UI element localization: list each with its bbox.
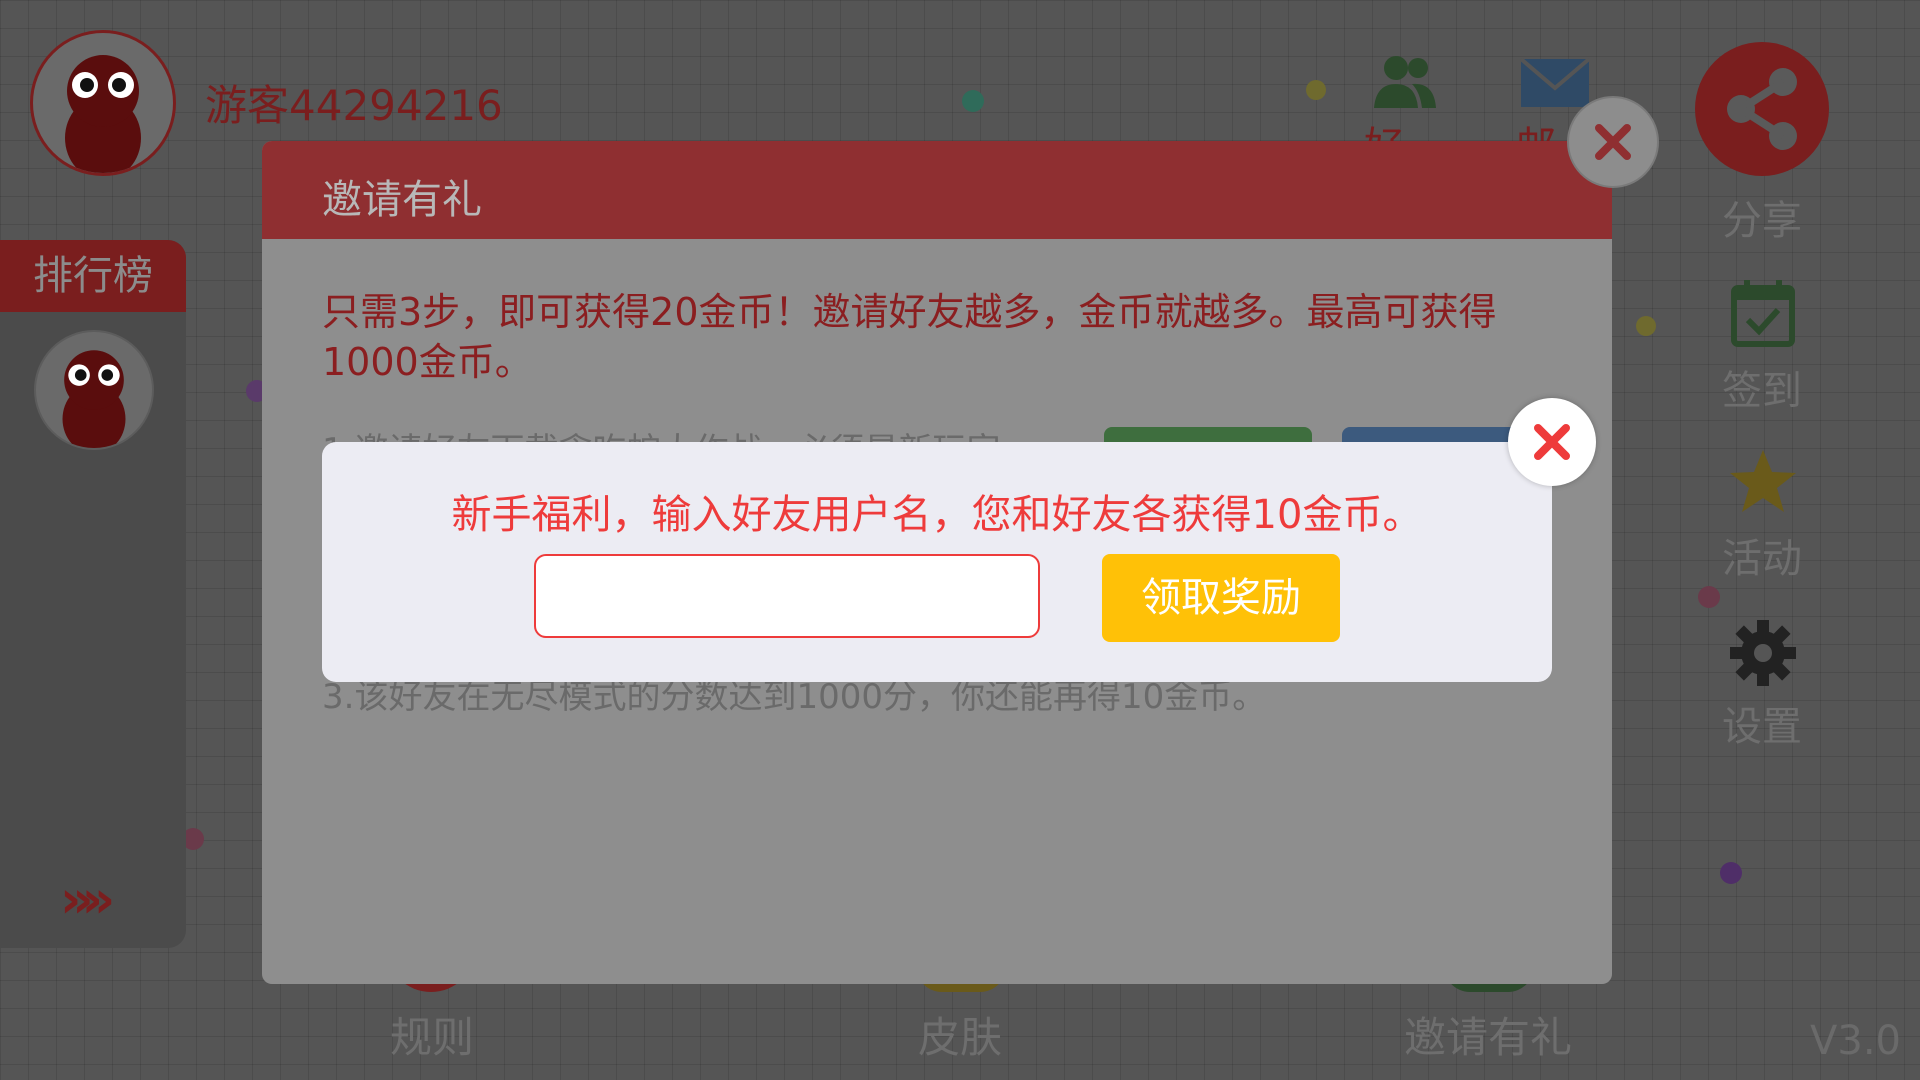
close-icon — [1534, 424, 1570, 460]
newbie-reward-popup: 新手福利，输入好友用户名，您和好友各获得10金币。 领取奖励 — [322, 442, 1552, 682]
claim-reward-button[interactable]: 领取奖励 — [1102, 554, 1340, 642]
friend-username-input[interactable] — [534, 554, 1040, 638]
friends-icon — [1374, 56, 1436, 108]
snake-mascot-icon — [62, 350, 126, 448]
settings-label: 设置 — [1722, 704, 1802, 750]
share-button[interactable] — [1695, 42, 1829, 176]
version-label: V3.0 — [1810, 1018, 1901, 1064]
mail-icon — [1519, 57, 1591, 107]
skins-label[interactable]: 皮肤 — [918, 1004, 1002, 1065]
leaderboard-avatar[interactable] — [34, 330, 154, 450]
newbie-reward-message: 新手福利，输入好友用户名，您和好友各获得10金币。 — [451, 492, 1423, 538]
checkin-label: 签到 — [1722, 368, 1802, 414]
food-dot — [1636, 316, 1656, 336]
activity-button[interactable] — [1728, 448, 1798, 518]
snake-mascot-icon — [65, 55, 141, 173]
invite-close-button[interactable] — [1567, 96, 1659, 188]
share-label: 分享 — [1722, 198, 1802, 244]
rules-label[interactable]: 规则 — [390, 1004, 474, 1065]
food-dot — [1698, 586, 1720, 608]
gear-icon — [1730, 620, 1796, 686]
close-icon — [1595, 124, 1631, 160]
username-label: 游客44294216 — [205, 81, 503, 130]
food-dot — [962, 90, 984, 112]
calendar-check-icon — [1731, 280, 1795, 347]
invite-label[interactable]: 邀请有礼 — [1404, 1004, 1572, 1065]
mail-button[interactable]: 邮件 — [1516, 57, 1591, 228]
checkin-button[interactable] — [1730, 278, 1796, 352]
activity-label: 活动 — [1722, 536, 1802, 582]
popup-close-button[interactable] — [1508, 398, 1596, 486]
star-icon — [1730, 450, 1796, 512]
invite-dialog-description: 只需3步，即可获得20金币！邀请好友越多，金币就越多。最高可获得1000金币。 — [322, 290, 1497, 384]
settings-button[interactable] — [1728, 618, 1798, 692]
player-avatar[interactable] — [30, 30, 176, 176]
food-dot — [1306, 80, 1326, 100]
expand-chevron-icon[interactable]: »» — [60, 870, 115, 930]
friends-button[interactable]: 好友 — [1364, 54, 1438, 228]
share-icon — [1727, 68, 1797, 150]
leaderboard-tab[interactable]: 排行榜 — [0, 240, 186, 312]
invite-dialog-title: 邀请有礼 — [322, 177, 482, 223]
food-dot — [1720, 862, 1742, 884]
